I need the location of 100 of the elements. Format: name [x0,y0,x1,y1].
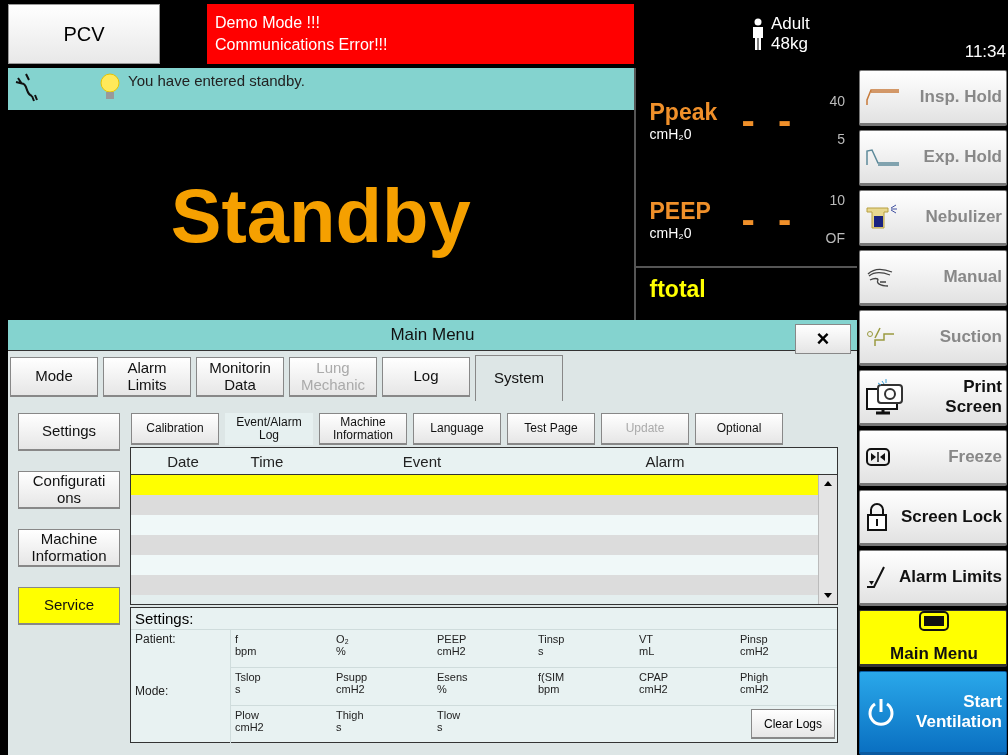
table-row[interactable] [131,575,818,595]
patient-weight: 48kg [771,34,809,54]
column-header: Event [401,452,443,470]
parameter-unit: cmH₂0 [649,125,693,142]
column-header: Date [166,452,200,470]
setting-name: f [235,633,240,646]
table-row[interactable] [131,515,818,535]
column-header: Time [249,452,285,470]
menu-tab[interactable]: Log [382,357,470,397]
setting-name: Tinsp [538,633,566,646]
parameter-name: Ppeak [649,98,719,126]
setting-name: Phigh [740,671,770,684]
menu-tab[interactable]: System [475,355,563,401]
setting-name: Tslop [235,671,262,684]
alarm-message: Communications Error!!! [215,36,389,54]
setting-name: Pinsp [740,633,769,646]
suction-icon [866,326,896,348]
setting-name: PEEP [437,633,468,646]
parameter-name: ftotal [649,276,707,303]
clear-logs-button[interactable]: Clear Logs [751,709,835,739]
setting-unit: cmH2 [740,683,770,696]
setting-unit: s [437,721,444,734]
parameter-value: - - [741,196,799,242]
side-menu-item[interactable]: Service [18,587,120,625]
mode-button[interactable]: PCV [8,4,160,64]
standby-text: Standby [170,171,471,259]
setting-unit: s [336,721,343,734]
alarm-message: Demo Mode !!! [215,14,321,32]
sub-tab[interactable]: Calibration [131,413,219,445]
pressure-curve-icon [866,148,900,166]
quick-key-button[interactable]: Print Screen [859,370,1007,426]
scrollbar[interactable] [818,475,837,604]
alarm-limit: 40 [829,93,845,109]
menu-tab[interactable]: Mode [10,357,98,397]
setting-unit: % [437,683,448,696]
quick-key-button[interactable]: Start Ventilation [859,671,1007,755]
close-button[interactable]: × [795,324,851,354]
column-header: Alarm [644,452,686,470]
table-row[interactable] [131,495,818,515]
setting-name: f(SIM [538,671,566,684]
setting-name: O₂ [336,633,350,646]
table-row[interactable] [131,475,818,495]
row-label: Patient: [135,632,177,646]
menu-title: Main Menu [390,325,475,345]
quick-key-button[interactable]: Screen Lock [859,490,1007,546]
setting-name: CPAP [639,671,670,684]
person-icon [751,18,765,50]
sub-tab[interactable]: Machine Information [319,413,407,445]
scroll-down-icon[interactable] [824,593,832,598]
quick-key-button[interactable]: Main Menu [859,610,1007,667]
parameter-value: - - [741,97,799,143]
bulb-icon [98,72,122,102]
parameter-unit: cmH₂0 [649,224,693,241]
table-row[interactable] [131,555,818,575]
setting-unit: cmH2 [437,645,467,658]
row-label: Mode: [135,684,170,698]
screen-icon [919,611,949,631]
sub-tab[interactable]: Event/Alarm Log [225,413,313,445]
power-icon [866,697,896,727]
setting-name: Psupp [336,671,369,684]
tube-icon [14,72,40,102]
setting-name: VT [639,633,655,646]
setting-unit: s [235,683,242,696]
sub-tab[interactable]: Test Page [507,413,595,445]
menu-tab[interactable]: Alarm Limits [103,357,191,397]
alarm-limit: 10 [829,192,845,208]
parameter-name: PEEP [649,197,712,225]
side-menu-item[interactable]: Configurati ons [18,471,120,509]
scroll-up-icon[interactable] [824,481,832,486]
side-menu-item[interactable]: Machine Information [18,529,120,567]
setting-name: Esens [437,671,469,684]
setting-unit: % [336,645,347,658]
setting-unit: cmH2 [235,721,265,734]
status-message: You have entered standby. [128,72,305,89]
setting-unit: cmH2 [336,683,366,696]
clock: 11:34 [964,42,1006,62]
quick-key-button[interactable]: Alarm Limits [859,550,1007,606]
sub-tab[interactable]: Optional [695,413,783,445]
freeze-icon [866,448,890,466]
setting-unit: bpm [235,645,258,658]
alarm-limit: OF [825,230,845,246]
setting-unit: mL [639,645,656,658]
setting-unit: bpm [538,683,561,696]
menu-tab[interactable]: Monitorin Data [196,357,284,397]
alarm-limit-icon [866,565,888,589]
pressure-curve-icon [866,88,900,106]
setting-name: Plow [235,709,260,722]
setting-unit: s [538,645,545,658]
setting-name: Tlow [437,709,462,722]
setting-unit: cmH2 [639,683,669,696]
patient-type: Adult [771,14,810,34]
camera-monitor-icon [866,379,906,415]
side-menu-item[interactable]: Settings [18,413,120,451]
table-row[interactable] [131,535,818,555]
alarm-limit: 5 [837,131,845,147]
setting-unit: cmH2 [740,645,770,658]
sub-tab[interactable]: Language [413,413,501,445]
padlock-icon [866,503,888,531]
setting-name: Thigh [336,709,365,722]
nebulizer-icon [866,204,900,230]
